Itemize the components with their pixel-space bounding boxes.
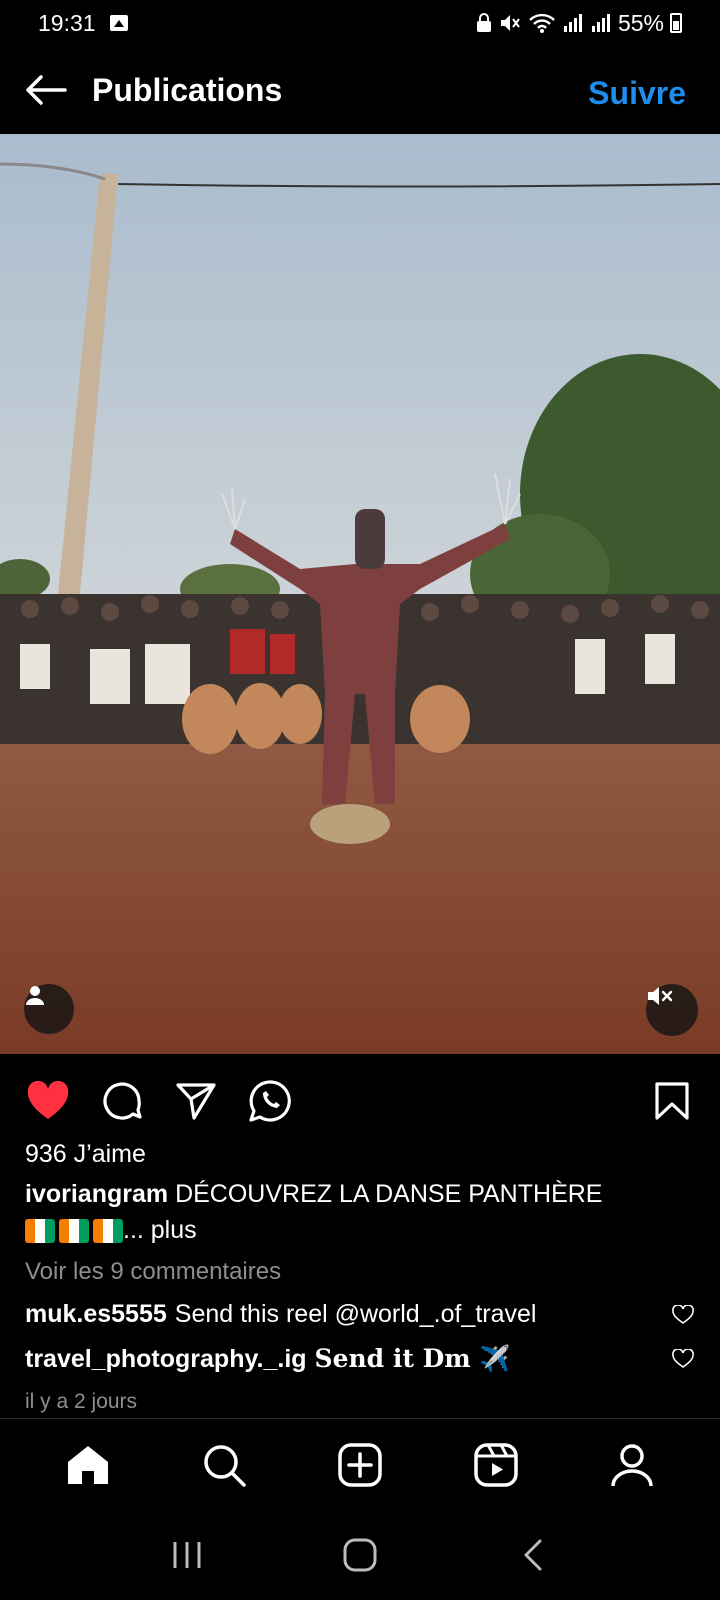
home-system-button[interactable] [330, 1530, 390, 1580]
comment-like-button[interactable] [671, 1303, 695, 1327]
caption-author[interactable]: ivoriangram [25, 1180, 168, 1208]
signal-icon [563, 14, 582, 32]
gallery-icon [109, 15, 128, 31]
caption-text: DÉCOUVREZ LA DANSE PANTHÈRE [175, 1180, 603, 1208]
whatsapp-icon [249, 1080, 291, 1122]
comment-text: Send this reel @world_.of_travel [174, 1300, 537, 1328]
ivory-coast-flag-icon [93, 1219, 123, 1244]
battery-icon [670, 13, 682, 33]
volume-muted-icon [648, 987, 673, 1005]
comment-item: muk.es5555 Send this reel @world_.of_tra… [25, 1300, 695, 1329]
share-button[interactable] [172, 1077, 220, 1125]
profile-icon [611, 1444, 653, 1487]
post-media[interactable] [0, 134, 720, 1054]
top-nav: Publications Suivre [0, 46, 720, 134]
recent-apps-icon [173, 1542, 201, 1568]
tab-search[interactable] [194, 1435, 254, 1495]
recent-apps-button[interactable] [157, 1530, 217, 1580]
follow-button[interactable]: Suivre [588, 75, 686, 112]
save-button[interactable] [648, 1077, 696, 1125]
send-icon [176, 1083, 216, 1120]
bookmark-icon [655, 1082, 689, 1120]
back-button-icon [524, 1539, 542, 1571]
comment-author[interactable]: muk.es5555 [25, 1300, 167, 1329]
likes-count[interactable]: 936 J’aime [25, 1140, 146, 1169]
battery-percent: 55% [617, 9, 664, 36]
back-arrow-icon[interactable] [24, 68, 68, 112]
home-button-icon [343, 1538, 377, 1572]
reels-icon [474, 1443, 518, 1487]
tab-create[interactable] [330, 1435, 390, 1495]
divider [0, 1418, 720, 1419]
tagged-users-button[interactable] [24, 984, 74, 1034]
heart-outline-icon [672, 1304, 694, 1324]
post-timestamp: il y a 2 jours [25, 1390, 138, 1413]
wifi-icon [529, 13, 555, 33]
mute-icon [500, 15, 520, 31]
tab-reels[interactable] [466, 1435, 526, 1495]
post-actions [0, 1076, 720, 1126]
comment-icon [103, 1082, 142, 1120]
view-comments-link[interactable]: Voir les 9 commentaires [25, 1258, 281, 1286]
status-time: 19:31 [38, 9, 96, 36]
ivory-coast-flag-icon [25, 1219, 55, 1244]
tab-profile[interactable] [602, 1435, 662, 1495]
caption-more-link[interactable]: ... plus [123, 1216, 197, 1244]
mute-button[interactable] [646, 984, 698, 1036]
like-button[interactable] [24, 1077, 72, 1125]
heart-outline-icon [672, 1349, 694, 1368]
ivory-coast-flags [25, 1219, 123, 1244]
page-title: Publications [92, 71, 283, 108]
comment-like-button[interactable] [671, 1347, 695, 1371]
back-system-button[interactable] [503, 1530, 563, 1580]
lock-icon [476, 13, 491, 32]
ivory-coast-flag-icon [59, 1219, 89, 1244]
status-bar: 19:31 55% [0, 0, 720, 46]
user-tag-icon [26, 986, 44, 1005]
create-icon [338, 1443, 382, 1487]
system-navigation-bar [0, 1520, 720, 1590]
comment-item: travel_photography._.ig Send it Dm ✈️ [25, 1344, 695, 1374]
comment-button[interactable] [98, 1077, 146, 1125]
comment-author[interactable]: travel_photography._.ig [25, 1345, 307, 1374]
post-caption[interactable]: ivoriangram DÉCOUVREZ LA DANSE PANTHÈRE … [25, 1176, 695, 1248]
search-icon [204, 1445, 246, 1487]
home-icon [68, 1446, 108, 1484]
comment-text: Send it Dm ✈️ [314, 1344, 511, 1373]
signal-icon [591, 14, 610, 32]
post-video-frame [0, 134, 720, 1054]
tab-home[interactable] [58, 1435, 118, 1495]
whatsapp-share-button[interactable] [246, 1077, 294, 1125]
bottom-tab-bar [0, 1420, 720, 1510]
heart-filled-icon [27, 1081, 69, 1119]
